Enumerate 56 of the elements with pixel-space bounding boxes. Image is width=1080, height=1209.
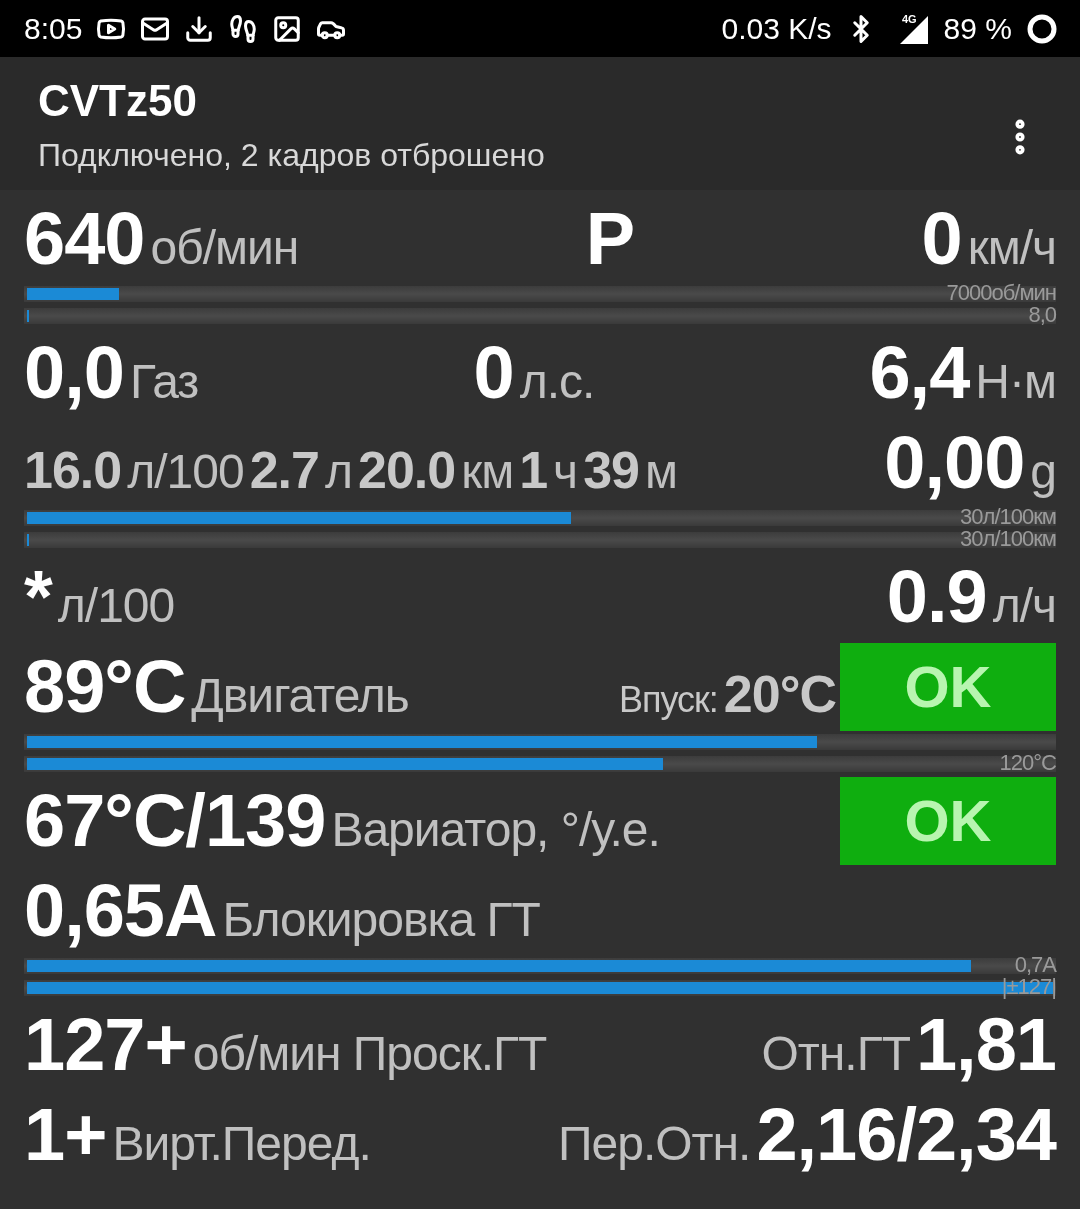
unit-label: g	[1030, 448, 1056, 496]
download-icon	[184, 13, 215, 44]
unit-label: Н·м	[975, 358, 1056, 406]
unit-label: Газ	[129, 358, 199, 406]
network-speed: 0.03 K/s	[721, 11, 832, 46]
connection-status: Подключено, 2 кадров отброшено	[38, 136, 545, 175]
footprints-icon	[228, 13, 259, 44]
unit-label: Пер.Отн.	[558, 1120, 751, 1168]
reading-value: 640	[24, 202, 145, 276]
reading-value: *	[24, 560, 52, 634]
reading-value: 0,0	[24, 336, 124, 410]
reading-value: 0,65A	[24, 874, 217, 948]
status-badge: OK	[840, 777, 1056, 865]
reading-value: 39	[583, 444, 639, 496]
unit-label: км	[461, 448, 514, 496]
reading-value: 20°C	[723, 668, 836, 720]
unit-label: л.с.	[519, 358, 595, 406]
unit-label: л/100	[57, 582, 175, 630]
app-title: CVTz50	[38, 75, 198, 127]
reading-value: 0	[473, 336, 514, 410]
unit-label: об/мин Проск.ГТ	[192, 1030, 547, 1078]
unit-label: ч	[553, 448, 578, 496]
unit-label: м	[644, 448, 677, 496]
reading-value: 67°C/139	[24, 784, 326, 858]
unit-label: Вирт.Перед.	[112, 1120, 371, 1168]
unit-label: Вариатор, °/у.е.	[331, 806, 660, 854]
unit-label: Отн.ГТ	[761, 1030, 910, 1078]
reading-value: 1,81	[915, 1008, 1056, 1082]
unit-label: л	[324, 448, 352, 496]
reading-value: 20.0	[357, 444, 456, 496]
unit-label: Двигатель	[191, 672, 409, 720]
clock: 8:05	[24, 11, 83, 46]
image-icon	[272, 13, 303, 44]
reading-value: 1	[519, 444, 548, 496]
status-badge: OK	[840, 643, 1056, 731]
battery-icon	[1026, 12, 1058, 45]
unit-label: Блокировка ГТ	[222, 896, 540, 944]
reading-value: 0	[921, 202, 962, 276]
unit-label: л/ч	[992, 582, 1056, 630]
unit-label: об/мин	[150, 224, 299, 272]
unit-label: л/100	[127, 448, 244, 496]
reading-value: 16.0	[24, 444, 122, 496]
field-label: Впуск:	[618, 682, 718, 718]
reading-value: 2,16/2,34	[756, 1098, 1056, 1172]
reading-value: P	[585, 202, 635, 276]
reading-value: 6,4	[869, 336, 970, 410]
unit-label: км/ч	[967, 224, 1056, 272]
reading-value: 89°C	[24, 650, 186, 724]
battery-level: 89 %	[943, 11, 1012, 46]
max-label: 0,7A	[1014, 952, 1056, 978]
reading-value: 0.9	[886, 560, 987, 634]
reading-value: 0,00	[884, 426, 1025, 500]
reading-value: 2.7	[249, 444, 319, 496]
reading-value: 1+	[24, 1098, 107, 1172]
max-label: 120°C	[999, 750, 1056, 776]
reading-value: 127+	[24, 1008, 187, 1082]
